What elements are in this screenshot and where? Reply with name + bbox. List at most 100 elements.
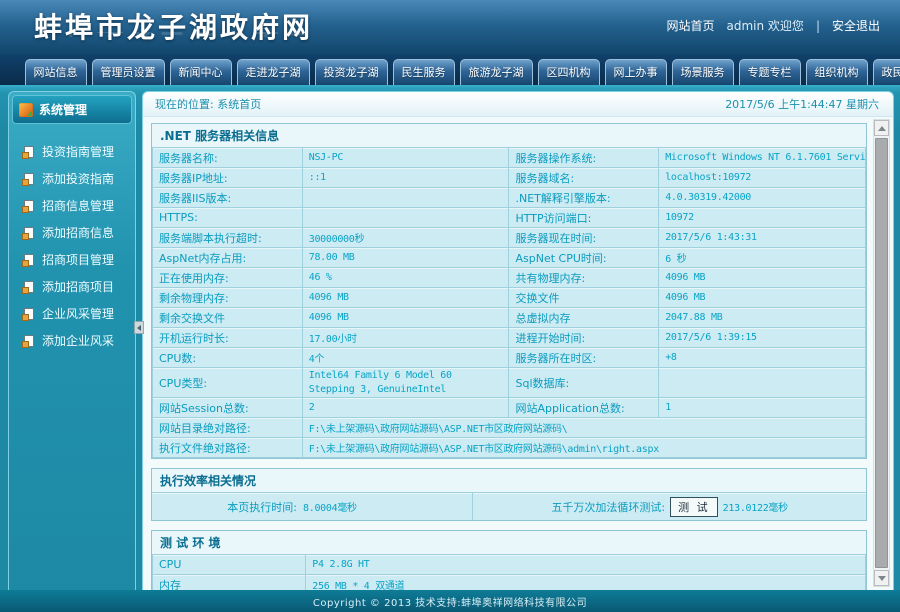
breadcrumb: 现在的位置: 系统首页 xyxy=(155,96,261,112)
nav-tab-1[interactable]: 网站信息 xyxy=(25,59,87,85)
info-label: 剩余物理内存: xyxy=(153,288,303,308)
home-link[interactable]: 网站首页 xyxy=(667,17,715,34)
info-value: 2017/5/6 1:39:15 xyxy=(659,328,866,348)
logout-link[interactable]: 安全退出 xyxy=(832,17,880,34)
performance-row: 本页执行时间: 8.0004毫秒 五千万次加法循环测试: 测 试 213.012… xyxy=(152,492,866,520)
document-icon xyxy=(24,254,34,266)
info-label: 服务器操作系统: xyxy=(509,148,659,168)
sidebar-item-label: 招商信息管理 xyxy=(42,197,114,214)
document-icon xyxy=(24,146,34,158)
nav-tab-12[interactable]: 组织机构 xyxy=(806,59,868,85)
scrollbar-thumb[interactable] xyxy=(875,138,888,568)
info-value: 6 秒 xyxy=(659,248,866,268)
welcome-text: admin 欢迎您 xyxy=(727,17,804,34)
env-value: P4 2.8G HT xyxy=(306,555,866,575)
nav-tab-2[interactable]: 管理员设置 xyxy=(92,59,165,85)
table-row: 服务器IIS版本: .NET解释引擎版本:4.0.30319.42000 xyxy=(153,188,866,208)
info-value xyxy=(659,368,866,398)
vertical-scrollbar[interactable] xyxy=(873,119,890,587)
sidebar-item-3[interactable]: 招商信息管理 xyxy=(22,192,130,219)
test-env-title: 测 试 环 境 xyxy=(152,531,866,554)
datetime-text: 2017/5/6 上午1:44:47 星期六 xyxy=(725,96,879,112)
sidebar-title: 系统管理 xyxy=(39,101,87,118)
table-row: 剩余物理内存:4096 MB交换文件4096 MB xyxy=(153,288,866,308)
document-icon xyxy=(24,308,34,320)
info-value: ::1 xyxy=(302,168,509,188)
test-env-table: CPUP4 2.8G HT内存256 MB * 4 双通道环境Win 2003 … xyxy=(152,554,866,590)
info-value: 30000000秒 xyxy=(302,228,509,248)
info-label: .NET解释引擎版本: xyxy=(509,188,659,208)
nav-tab-8[interactable]: 区四机构 xyxy=(538,59,600,85)
info-value: 4096 MB xyxy=(659,288,866,308)
body: 系统管理 投资指南管理添加投资指南招商信息管理添加招商信息招商项目管理添加招商项… xyxy=(0,85,900,590)
info-value: 4096 MB xyxy=(659,268,866,288)
sidebar-item-label: 招商项目管理 xyxy=(42,251,114,268)
info-label: 服务器IIS版本: xyxy=(153,188,303,208)
nav-tab-7[interactable]: 旅游龙子湖 xyxy=(460,59,533,85)
document-icon xyxy=(24,281,34,293)
table-row: CPUP4 2.8G HT xyxy=(153,555,866,575)
info-value: F:\未上架源码\政府网站源码\ASP.NET市区政府网站源码\ xyxy=(302,418,865,438)
info-label: CPU类型: xyxy=(153,368,303,398)
nav-tab-9[interactable]: 网上办事 xyxy=(605,59,667,85)
sidebar-menu: 投资指南管理添加投资指南招商信息管理添加招商信息招商项目管理添加招商项目企业风采… xyxy=(12,124,132,354)
breadcrumb-bar: 现在的位置: 系统首页 2017/5/6 上午1:44:47 星期六 xyxy=(143,92,893,117)
info-value: 4个 xyxy=(302,348,509,368)
sidebar-item-6[interactable]: 添加招商项目 xyxy=(22,273,130,300)
loop-test-label: 五千万次加法循环测试: xyxy=(551,499,665,515)
nav-tab-5[interactable]: 投资龙子湖 xyxy=(315,59,388,85)
test-button[interactable]: 测 试 xyxy=(670,497,718,517)
table-row: 正在使用内存:46 %共有物理内存:4096 MB xyxy=(153,268,866,288)
info-label: 网站Session总数: xyxy=(153,398,303,418)
info-value: Microsoft Windows NT 6.1.7601 Service Pa… xyxy=(659,148,866,168)
table-row: HTTPS:HTTP访问端口:10972 xyxy=(153,208,866,228)
sidebar-item-1[interactable]: 投资指南管理 xyxy=(22,138,130,165)
info-label: 服务器域名: xyxy=(509,168,659,188)
scroll-down-icon[interactable] xyxy=(874,570,889,586)
nav-tab-13[interactable]: 政民互动 xyxy=(873,59,900,85)
sidebar-item-label: 投资指南管理 xyxy=(42,143,114,160)
info-label: 正在使用内存: xyxy=(153,268,303,288)
sidebar-collapse-handle[interactable] xyxy=(134,321,144,334)
info-label: 剩余交换文件 xyxy=(153,308,303,328)
sidebar-item-4[interactable]: 添加招商信息 xyxy=(22,219,130,246)
env-value: 256 MB * 4 双通道 xyxy=(306,575,866,591)
info-value xyxy=(302,188,509,208)
table-row: 剩余交换文件4096 MB总虚拟内存2047.88 MB xyxy=(153,308,866,328)
info-value: 78.00 MB xyxy=(302,248,509,268)
scroll-up-icon[interactable] xyxy=(874,120,889,136)
info-label: AspNet内存占用: xyxy=(153,248,303,268)
document-icon xyxy=(24,200,34,212)
sidebar-item-label: 添加企业风采 xyxy=(42,332,114,349)
copyright-text: Copyright © 2013 技术支持:蚌埠奥祥网络科技有限公司 xyxy=(313,594,587,609)
site-header: 蚌埠市龙子湖政府网 蚌埠市龙子湖政府网 网站首页 admin 欢迎您 | 安全退… xyxy=(0,0,900,55)
info-value: 4096 MB xyxy=(302,308,509,328)
info-label: 进程开始时间: xyxy=(509,328,659,348)
nav-tab-3[interactable]: 新闻中心 xyxy=(170,59,232,85)
table-row: 执行文件绝对路径:F:\未上架源码\政府网站源码\ASP.NET市区政府网站源码… xyxy=(153,438,866,458)
sidebar-item-label: 添加招商项目 xyxy=(42,278,114,295)
info-value: NSJ-PC xyxy=(302,148,509,168)
table-row: 网站Session总数:2网站Application总数:1 xyxy=(153,398,866,418)
page-time-cell: 本页执行时间: 8.0004毫秒 xyxy=(152,493,473,520)
table-row: AspNet内存占用:78.00 MBAspNet CPU时间:6 秒 xyxy=(153,248,866,268)
table-row: CPU类型:Intel64 Family 6 Model 60 Stepping… xyxy=(153,368,866,398)
nav-tab-6[interactable]: 民生服务 xyxy=(393,59,455,85)
info-label: 服务器现在时间: xyxy=(509,228,659,248)
nav-tab-4[interactable]: 走进龙子湖 xyxy=(237,59,310,85)
page: 蚌埠市龙子湖政府网 蚌埠市龙子湖政府网 网站首页 admin 欢迎您 | 安全退… xyxy=(0,0,900,612)
info-value: 4.0.30319.42000 xyxy=(659,188,866,208)
table-row: 网站目录绝对路径:F:\未上架源码\政府网站源码\ASP.NET市区政府网站源码… xyxy=(153,418,866,438)
info-label: 网站Application总数: xyxy=(509,398,659,418)
info-label: 网站目录绝对路径: xyxy=(153,418,303,438)
sidebar-item-7[interactable]: 企业风采管理 xyxy=(22,300,130,327)
nav-tab-11[interactable]: 专题专栏 xyxy=(739,59,801,85)
info-label: HTTPS: xyxy=(153,208,303,228)
nav-tab-10[interactable]: 场景服务 xyxy=(672,59,734,85)
sidebar-item-5[interactable]: 招商项目管理 xyxy=(22,246,130,273)
site-title: 蚌埠市龙子湖政府网 xyxy=(34,6,313,46)
info-value: 2017/5/6 1:43:31 xyxy=(659,228,866,248)
sidebar-item-8[interactable]: 添加企业风采 xyxy=(22,327,130,354)
sidebar-item-2[interactable]: 添加投资指南 xyxy=(22,165,130,192)
info-label: 开机运行时长: xyxy=(153,328,303,348)
